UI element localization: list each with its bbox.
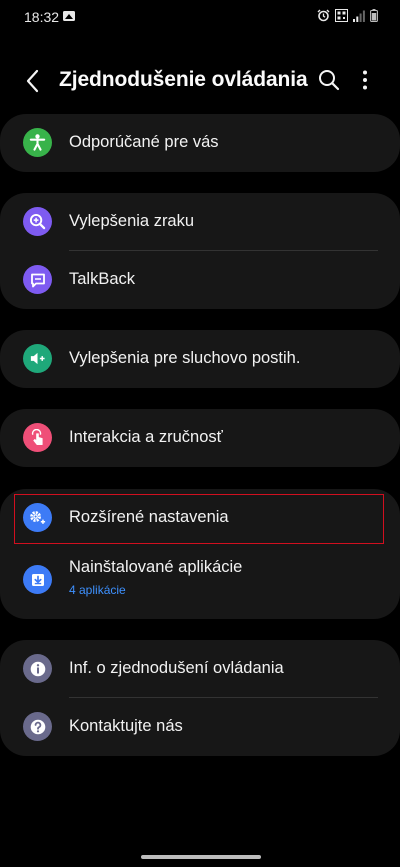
question-icon [23,712,52,741]
card-about: Inf. o zjednodušení ovládania Kontaktujt… [0,640,400,756]
advanced-settings-label: Rozšírené nastavenia [69,508,229,526]
about-item[interactable]: Inf. o zjednodušení ovládania [0,640,400,698]
talkback-label: TalkBack [69,270,136,288]
accessibility-icon [23,128,52,157]
more-options-icon[interactable] [355,68,375,92]
contact-item[interactable]: Kontaktujte nás [0,698,400,756]
about-label: Inf. o zjednodušení ovládania [69,659,284,677]
installed-apps-item[interactable]: Nainštalované aplikácie 4 aplikácie [0,547,400,619]
alarm-icon [317,9,330,22]
gallery-notification-icon [63,11,75,21]
card-advanced: Rozšírené nastavenia Nainštalované aplik… [0,489,400,619]
contact-label: Kontaktujte nás [69,717,183,735]
signal-icon [353,10,365,22]
hearing-label: Vylepšenia pre sluchovo postih. [69,349,301,367]
tap-finger-icon [23,423,52,452]
magnifier-plus-icon [23,207,52,236]
home-indicator[interactable] [141,855,261,859]
interaction-item[interactable]: Interakcia a zručnosť [0,409,400,467]
gears-plus-icon [23,503,52,532]
battery-icon [370,9,378,22]
status-bar: 18:32 [0,0,400,36]
search-icon[interactable] [317,68,341,92]
interaction-label: Interakcia a zručnosť [69,428,223,446]
info-icon [23,654,52,683]
speaker-plus-icon [23,344,52,373]
page-title: Zjednodušenie ovládania [59,68,308,91]
vision-label: Vylepšenia zraku [69,212,195,230]
card-hearing: Vylepšenia pre sluchovo postih. [0,330,400,388]
installed-apps-label: Nainštalované aplikácie [69,558,243,576]
back-arrow-icon[interactable] [22,68,46,94]
card-vision: Vylepšenia zraku TalkBack [0,193,400,309]
status-icons [317,9,378,22]
wifi-calling-icon [335,9,348,22]
talkback-item[interactable]: TalkBack [0,251,400,309]
installed-apps-count: 4 aplikácie [69,583,126,597]
advanced-settings-item[interactable]: Rozšírené nastavenia [0,489,400,547]
download-icon [23,565,52,594]
recommended-label: Odporúčané pre vás [69,133,219,151]
recommended-item[interactable]: Odporúčané pre vás [0,114,400,172]
hearing-item[interactable]: Vylepšenia pre sluchovo postih. [0,330,400,388]
app-bar: Zjednodušenie ovládania [0,58,400,104]
card-recommended: Odporúčané pre vás [0,114,400,172]
chat-bubble-icon [23,265,52,294]
vision-item[interactable]: Vylepšenia zraku [0,193,400,251]
card-interaction: Interakcia a zručnosť [0,409,400,467]
status-time: 18:32 [24,9,60,25]
